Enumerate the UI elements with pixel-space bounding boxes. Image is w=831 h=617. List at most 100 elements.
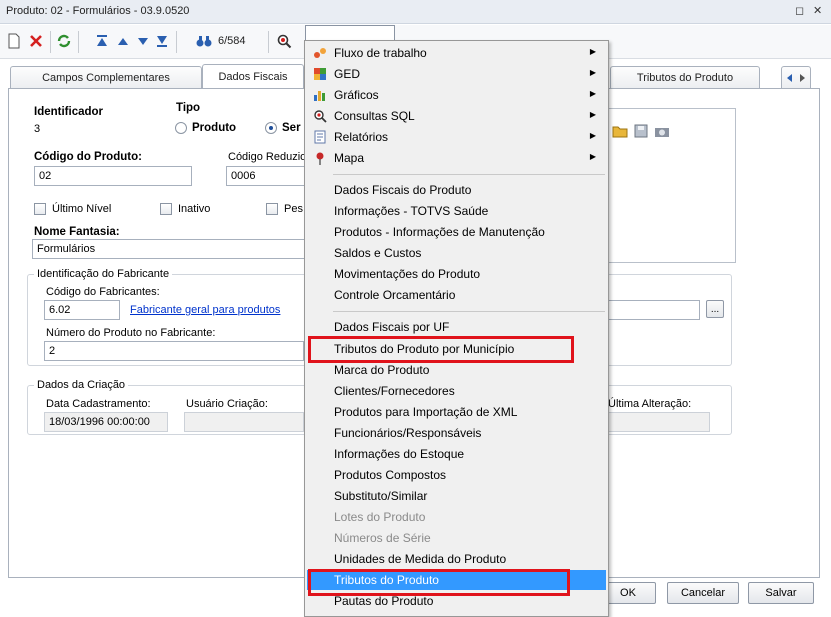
new-document-icon bbox=[8, 33, 20, 49]
toolbar-separator bbox=[176, 31, 177, 53]
toolbar-separator bbox=[50, 31, 51, 53]
menu-item-informacoes-estoque[interactable]: Informações do Estoque bbox=[307, 444, 606, 464]
nome-fantasia-input[interactable]: Formulários bbox=[32, 239, 306, 259]
last-record-button[interactable] bbox=[152, 31, 172, 51]
menu-item-produtos-compostos[interactable]: Produtos Compostos bbox=[307, 465, 606, 485]
checkbox-ultimo-nivel[interactable]: Último Nível bbox=[34, 203, 111, 215]
tipo-label: Tipo bbox=[176, 102, 201, 114]
camera-icon[interactable] bbox=[654, 124, 670, 138]
ultimo-nivel-checkbox[interactable] bbox=[34, 203, 46, 215]
report-icon bbox=[314, 130, 326, 144]
menu-separator bbox=[333, 311, 605, 312]
refresh-button[interactable] bbox=[54, 31, 74, 51]
submenu-arrow-icon: ▶ bbox=[589, 110, 596, 119]
magnifier-icon bbox=[277, 34, 292, 49]
query-button[interactable] bbox=[274, 31, 294, 51]
checkbox-inativo[interactable]: Inativo bbox=[160, 203, 210, 215]
menu-item-importacao-xml[interactable]: Produtos para Importação de XML bbox=[307, 402, 606, 422]
checkbox-pes[interactable]: Pes bbox=[266, 203, 303, 215]
menu-item-relatorios[interactable]: Relatórios ▶ bbox=[307, 127, 606, 147]
delete-button[interactable] bbox=[26, 31, 46, 51]
title-bar: Produto: 02 - Formulários - 03.9.0520 ◻ … bbox=[0, 0, 831, 24]
save-disk-icon[interactable] bbox=[634, 124, 648, 138]
binoculars-icon bbox=[196, 36, 212, 47]
first-record-button[interactable] bbox=[92, 31, 112, 51]
menu-item-dados-fiscais-uf[interactable]: Dados Fiscais por UF bbox=[307, 317, 606, 337]
restore-button[interactable]: ◻ bbox=[795, 4, 804, 17]
menu-item-numeros-serie: Números de Série bbox=[334, 531, 431, 545]
tab-scroll-arrows[interactable] bbox=[781, 66, 811, 88]
new-record-button[interactable] bbox=[4, 31, 24, 51]
submenu-arrow-icon: ▶ bbox=[589, 152, 596, 161]
ultima-alteracao-label: Última Alteração: bbox=[608, 398, 692, 410]
codigo-reduzido-label: Código Reduzio bbox=[228, 151, 307, 163]
previous-record-button[interactable] bbox=[113, 31, 133, 51]
window-title: Produto: 02 - Formulários - 03.9.0520 bbox=[6, 5, 190, 17]
fabricante-desc-input[interactable] bbox=[604, 300, 700, 320]
menu-item-mapa[interactable]: Mapa ▶ bbox=[307, 148, 606, 168]
next-record-button[interactable] bbox=[133, 31, 153, 51]
tipo-radio-produto[interactable]: Produto bbox=[175, 122, 236, 134]
first-record-icon bbox=[97, 35, 107, 46]
data-cadastro-label: Data Cadastramento: bbox=[46, 398, 151, 410]
fabricante-group-title: Identificação do Fabricante bbox=[34, 268, 173, 280]
menu-item-unidades-medida[interactable]: Unidades de Medida do Produto bbox=[307, 549, 606, 569]
menu-item-marca-produto[interactable]: Marca do Produto bbox=[307, 360, 606, 380]
criacao-group-title: Dados da Criação bbox=[34, 379, 129, 391]
numero-fabricante-label: Número do Produto no Fabricante: bbox=[46, 327, 216, 339]
menu-item-ged[interactable]: GED ▶ bbox=[307, 64, 606, 84]
down-arrow-icon bbox=[138, 38, 148, 45]
identificador-label: Identificador bbox=[34, 106, 104, 118]
tab-dados-fiscais[interactable]: Dados Fiscais bbox=[202, 64, 304, 89]
submenu-arrow-icon: ▶ bbox=[589, 131, 596, 140]
submenu-arrow-icon: ▶ bbox=[589, 89, 596, 98]
codigo-reduzido-input[interactable]: 0006 bbox=[226, 166, 306, 186]
cod-fabricante-input[interactable]: 6.02 bbox=[44, 300, 120, 320]
menu-item-funcionarios[interactable]: Funcionários/Responsáveis bbox=[307, 423, 606, 443]
cod-fabricante-label: Código do Fabricantes: bbox=[46, 286, 160, 298]
menu-item-consultas-sql[interactable]: Consultas SQL ▶ bbox=[307, 106, 606, 126]
menu-item-substituto-similar[interactable]: Substituto/Similar bbox=[307, 486, 606, 506]
last-record-icon bbox=[157, 36, 167, 47]
data-cadastro-input: 18/03/1996 00:00:00 bbox=[44, 412, 168, 432]
nome-fantasia-label: Nome Fantasia: bbox=[34, 226, 120, 238]
tab-campos-complementares[interactable]: Campos Complementares bbox=[10, 66, 202, 88]
usuario-criacao-input bbox=[184, 412, 304, 432]
delete-x-icon bbox=[30, 35, 42, 47]
ged-icon bbox=[314, 68, 326, 80]
radio-produto[interactable] bbox=[175, 122, 187, 134]
menu-item-movimentacoes[interactable]: Movimentações do Produto bbox=[307, 264, 606, 284]
menu-item-controle-orcamentario[interactable]: Controle Orcamentário bbox=[307, 285, 606, 305]
toolbar-separator bbox=[268, 31, 269, 53]
tipo-radio-servico[interactable]: Ser bbox=[265, 122, 301, 134]
fabricante-link[interactable]: Fabricante geral para produtos bbox=[130, 304, 280, 316]
menu-item-informacoes-manutencao[interactable]: Produtos - Informações de Manutenção bbox=[307, 222, 606, 242]
tab-tributos-do-produto[interactable]: Tributos do Produto bbox=[610, 66, 760, 88]
menu-item-saldos-custos[interactable]: Saldos e Custos bbox=[307, 243, 606, 263]
save-button[interactable]: Salvar bbox=[748, 582, 814, 604]
close-window-button[interactable]: ✕ bbox=[813, 4, 822, 17]
annotation-box-municipio bbox=[308, 336, 574, 363]
usuario-criacao-label: Usuário Criação: bbox=[186, 398, 268, 410]
menu-item-fluxo-de-trabalho[interactable]: Fluxo de trabalho ▶ bbox=[307, 43, 606, 63]
radio-servico[interactable] bbox=[265, 122, 277, 134]
ultima-alteracao-input bbox=[604, 412, 710, 432]
inativo-checkbox[interactable] bbox=[160, 203, 172, 215]
menu-item-dados-fiscais-produto[interactable]: Dados Fiscais do Produto bbox=[307, 180, 606, 200]
fabricante-lookup-button[interactable]: ... bbox=[706, 300, 724, 318]
map-pin-icon bbox=[316, 152, 324, 165]
image-toolbar bbox=[612, 124, 670, 138]
find-button[interactable] bbox=[194, 31, 214, 51]
open-folder-icon[interactable] bbox=[612, 124, 628, 138]
workflow-icon bbox=[314, 48, 326, 58]
menu-item-informacoes-totvs-saude[interactable]: Informações - TOTVS Saúde bbox=[307, 201, 606, 221]
numero-fabricante-input[interactable]: 2 bbox=[44, 341, 304, 361]
codigo-input[interactable]: 02 bbox=[34, 166, 192, 186]
toolbar-separator bbox=[78, 31, 79, 53]
menu-item-clientes-fornecedores[interactable]: Clientes/Fornecedores bbox=[307, 381, 606, 401]
cancel-button[interactable]: Cancelar bbox=[667, 582, 739, 604]
up-arrow-icon bbox=[118, 38, 128, 45]
menu-item-graficos[interactable]: Gráficos ▶ bbox=[307, 85, 606, 105]
pes-checkbox[interactable] bbox=[266, 203, 278, 215]
codigo-label: Código do Produto: bbox=[34, 151, 142, 163]
